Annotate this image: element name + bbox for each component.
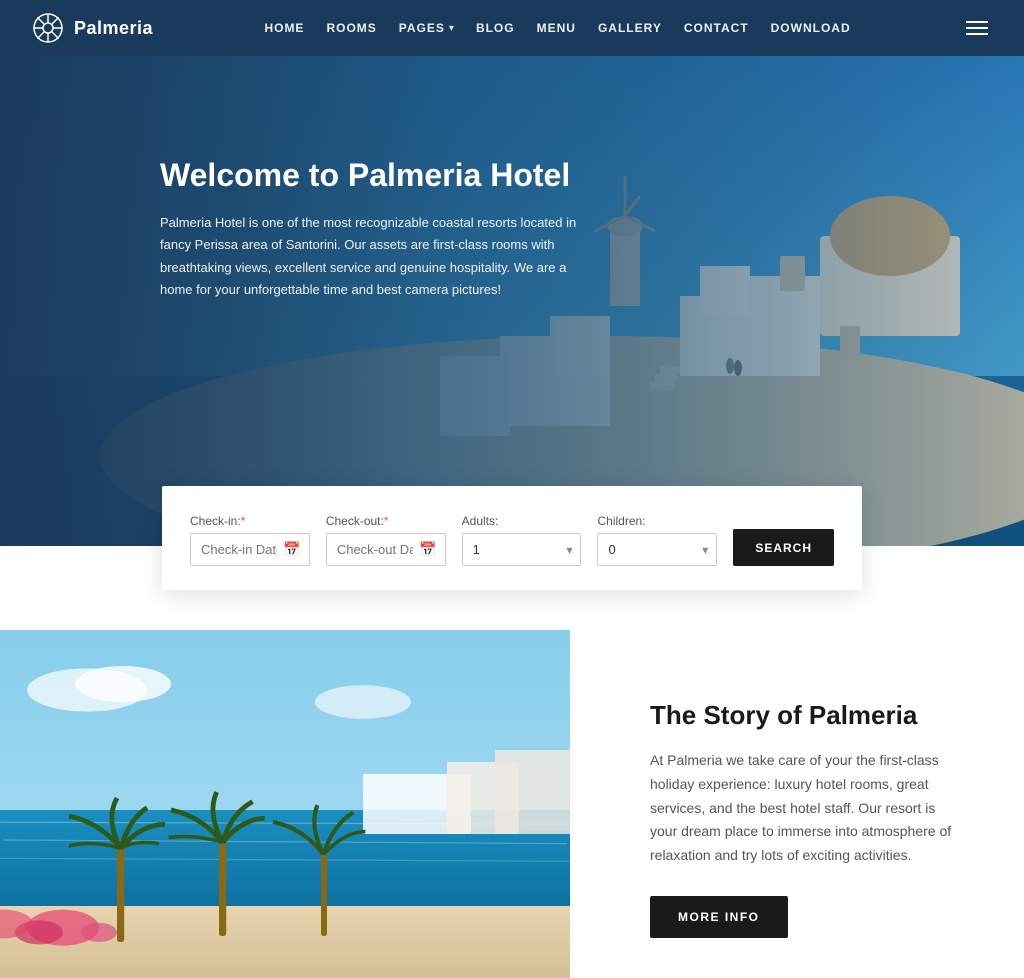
checkout-field: Check-out:* 📅	[326, 514, 446, 566]
checkin-field: Check-in:* 📅	[190, 514, 310, 566]
search-button[interactable]: SEARCH	[733, 529, 834, 566]
nav-item-gallery[interactable]: GALLERY	[598, 19, 662, 37]
children-field: Children: 0 1 2 3 4	[597, 514, 717, 566]
checkin-input-wrap: 📅	[190, 533, 310, 566]
children-label: Children:	[597, 514, 717, 528]
nav-item-contact[interactable]: CONTACT	[684, 19, 749, 37]
nav-item-pages[interactable]: PAGES ▾	[399, 21, 454, 35]
navbar: Palmeria HOME ROOMS PAGES ▾ BLOG MENU GA…	[0, 0, 1024, 56]
checkout-input-wrap: 📅	[326, 533, 446, 566]
pages-chevron-icon: ▾	[449, 23, 454, 34]
nav-item-menu[interactable]: MENU	[537, 19, 576, 37]
checkout-label: Check-out:*	[326, 514, 446, 528]
nav-item-home[interactable]: HOME	[264, 19, 304, 37]
children-select[interactable]: 0 1 2 3 4	[597, 533, 717, 566]
brand[interactable]: Palmeria	[32, 12, 153, 44]
checkin-label: Check-in:*	[190, 514, 310, 528]
beach-scene-svg	[0, 630, 570, 978]
adults-select-wrap: 1 2 3 4 5	[462, 533, 582, 566]
nav-item-blog[interactable]: BLOG	[476, 19, 515, 37]
brand-name: Palmeria	[74, 18, 153, 39]
hero-description: Palmeria Hotel is one of the most recogn…	[160, 212, 600, 300]
adults-label: Adults:	[462, 514, 582, 528]
adults-field: Adults: 1 2 3 4 5	[462, 514, 582, 566]
hamburger-menu-button[interactable]	[962, 17, 992, 39]
story-title: The Story of Palmeria	[650, 700, 964, 731]
hero-content: Welcome to Palmeria Hotel Palmeria Hotel…	[160, 156, 600, 301]
nav-item-download[interactable]: DOWNLOAD	[771, 19, 851, 37]
booking-bar: Check-in:* 📅 Check-out:* 📅 Adults: 1	[162, 486, 862, 590]
nav-item-rooms[interactable]: ROOMS	[326, 19, 376, 37]
hero-section: Welcome to Palmeria Hotel Palmeria Hotel…	[0, 56, 1024, 546]
hero-overlay	[0, 56, 1024, 546]
children-select-wrap: 0 1 2 3 4	[597, 533, 717, 566]
main-section: The Story of Palmeria At Palmeria we tak…	[0, 630, 1024, 978]
more-info-button[interactable]: MORE INFO	[650, 896, 788, 938]
booking-form-row: Check-in:* 📅 Check-out:* 📅 Adults: 1	[190, 514, 834, 566]
checkout-calendar-icon: 📅	[419, 541, 436, 558]
story-image	[0, 630, 570, 978]
adults-select[interactable]: 1 2 3 4 5	[462, 533, 582, 566]
main-nav: HOME ROOMS PAGES ▾ BLOG MENU GALLERY CON…	[264, 19, 850, 37]
hero-title: Welcome to Palmeria Hotel	[160, 156, 600, 194]
story-text-col: The Story of Palmeria At Palmeria we tak…	[570, 630, 1024, 978]
checkin-calendar-icon: 📅	[283, 541, 300, 558]
logo-icon	[32, 12, 64, 44]
story-description: At Palmeria we take care of your the fir…	[650, 749, 964, 868]
